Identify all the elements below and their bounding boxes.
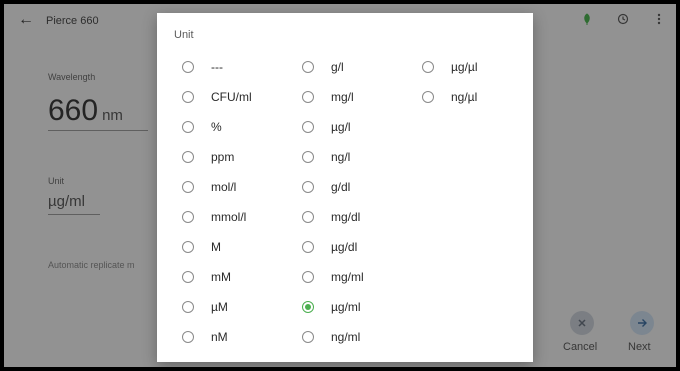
radio-unselected-icon[interactable] (182, 211, 194, 223)
unit-option[interactable]: --- (182, 57, 223, 77)
unit-option[interactable]: µg/µl (422, 57, 478, 77)
dialog-title: Unit (174, 29, 194, 41)
unit-option-label: M (211, 240, 221, 254)
unit-option-label: ng/ml (331, 330, 361, 344)
unit-option-label: ng/l (331, 150, 351, 164)
unit-option-label: ppm (211, 150, 235, 164)
unit-option[interactable]: mg/ml (302, 267, 364, 287)
radio-unselected-icon[interactable] (302, 181, 314, 193)
radio-unselected-icon[interactable] (182, 121, 194, 133)
unit-option-label: µM (211, 300, 228, 314)
unit-option[interactable]: ng/l (302, 147, 350, 167)
radio-unselected-icon[interactable] (302, 331, 314, 343)
unit-option[interactable]: g/l (302, 57, 344, 77)
radio-unselected-icon[interactable] (422, 61, 434, 73)
radio-unselected-icon[interactable] (182, 151, 194, 163)
unit-option[interactable]: ng/ml (302, 327, 360, 347)
radio-unselected-icon[interactable] (302, 121, 314, 133)
radio-unselected-icon[interactable] (302, 241, 314, 253)
unit-option[interactable]: µM (182, 297, 228, 317)
unit-option[interactable]: M (182, 237, 221, 257)
unit-option[interactable]: g/dl (302, 177, 350, 197)
radio-unselected-icon[interactable] (182, 91, 194, 103)
unit-option-label: CFU/ml (211, 90, 252, 104)
unit-option-label: g/l (331, 60, 344, 74)
unit-option[interactable]: mM (182, 267, 231, 287)
unit-dialog: Unit --- CFU/ml% ppm mol/l mmol/l MmM µM nM g/l m… (157, 13, 533, 362)
radio-unselected-icon[interactable] (302, 61, 314, 73)
radio-unselected-icon[interactable] (182, 301, 194, 313)
unit-option[interactable]: mg/l (302, 87, 354, 107)
unit-option-label: mg/dl (331, 210, 361, 224)
unit-option-label: nM (211, 330, 228, 344)
unit-option-label: mg/l (331, 90, 354, 104)
unit-option-label: mmol/l (211, 210, 247, 224)
unit-option[interactable]: µg/ml (302, 297, 361, 317)
radio-unselected-icon[interactable] (302, 91, 314, 103)
unit-option-label: µg/µl (451, 60, 478, 74)
radio-unselected-icon[interactable] (182, 331, 194, 343)
unit-option[interactable]: µg/dl (302, 237, 357, 257)
unit-option-label: mM (211, 270, 231, 284)
radio-unselected-icon[interactable] (182, 181, 194, 193)
unit-option-label: mg/ml (331, 270, 364, 284)
unit-option-label: --- (211, 60, 223, 74)
unit-option[interactable]: µg/l (302, 117, 351, 137)
unit-option[interactable]: mol/l (182, 177, 236, 197)
radio-unselected-icon[interactable] (182, 271, 194, 283)
unit-option[interactable]: ng/µl (422, 87, 477, 107)
unit-option[interactable]: ppm (182, 147, 234, 167)
unit-option-label: µg/l (331, 120, 351, 134)
radio-unselected-icon[interactable] (182, 61, 194, 73)
radio-unselected-icon[interactable] (302, 151, 314, 163)
unit-option[interactable]: nM (182, 327, 228, 347)
unit-option-label: mol/l (211, 180, 237, 194)
radio-unselected-icon[interactable] (302, 211, 314, 223)
radio-unselected-icon[interactable] (302, 271, 314, 283)
unit-option-label: µg/dl (331, 240, 358, 254)
unit-option-label: % (211, 120, 222, 134)
radio-unselected-icon[interactable] (422, 91, 434, 103)
unit-option[interactable]: mg/dl (302, 207, 360, 227)
unit-option-label: µg/ml (331, 300, 361, 314)
unit-option[interactable]: % (182, 117, 222, 137)
radio-unselected-icon[interactable] (182, 241, 194, 253)
unit-option-label: ng/µl (451, 90, 478, 104)
unit-option[interactable]: CFU/ml (182, 87, 252, 107)
radio-selected-icon[interactable] (302, 301, 314, 313)
unit-option[interactable]: mmol/l (182, 207, 246, 227)
unit-option-label: g/dl (331, 180, 351, 194)
